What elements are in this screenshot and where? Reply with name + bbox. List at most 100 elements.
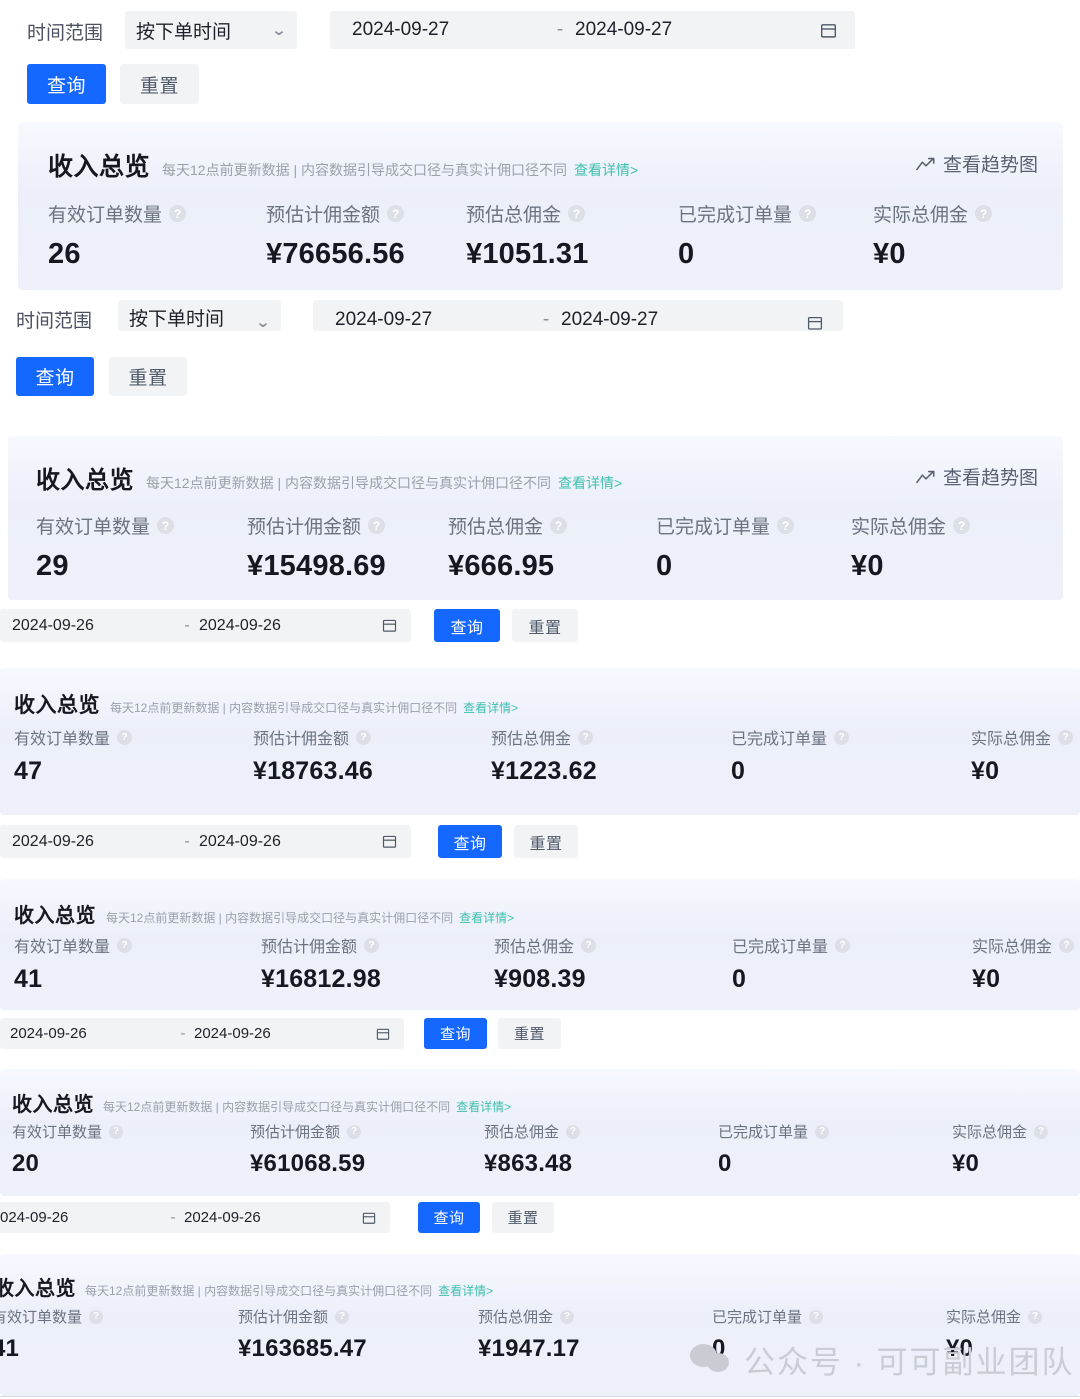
view-detail-link-3[interactable]: 查看详情> [463,699,518,716]
help-icon-2-3[interactable]: ? [777,517,795,534]
query-button-6[interactable]: 查询 [418,1202,480,1233]
metric-label-5-0: 有效订单数量 [12,1124,103,1141]
card-title-3: 收入总览 [14,694,100,717]
metric-label-2-4: 实际总佣金 [851,517,947,538]
view-detail-link-4[interactable]: 查看详情> [459,909,514,926]
query-button-4[interactable]: 查询 [438,825,502,858]
metric-label-6-4: 实际总佣金 [946,1309,1022,1326]
metric-label-1-0: 有效订单数量 [48,205,163,226]
trend-up-icon-1 [916,157,935,170]
reset-button-1[interactable]: 重置 [120,64,199,104]
help-icon-3-0[interactable]: ? [117,729,133,745]
help-icon-5-4[interactable]: ? [1034,1124,1049,1139]
help-icon-4-2[interactable]: ? [581,937,597,953]
reset-button-5[interactable]: 重置 [498,1018,561,1049]
date-range-input-4[interactable]: 2024-09-26 - 2024-09-26 [0,825,411,858]
metric-valid-orders-3: 有效订单数量 ? 47 [14,725,133,786]
query-button-1[interactable]: 查询 [27,64,106,104]
order-time-select-1[interactable]: 按下单时间 ⌄ [125,11,297,49]
help-icon-5-3[interactable]: ? [815,1124,830,1139]
help-icon-6-3[interactable]: ? [809,1309,824,1324]
help-icon-4-4[interactable]: ? [1059,937,1075,953]
view-detail-link-1[interactable]: 查看详情> [574,160,638,180]
help-icon-1-4[interactable]: ? [975,205,993,222]
date-range-input-5[interactable]: 2024-09-26 - 2024-09-26 [0,1018,404,1049]
view-detail-link-6[interactable]: 查看详情> [438,1282,493,1299]
metric-est-commission-amount-4: 预估计佣金额 ? ¥16812.98 [261,933,381,994]
calendar-icon-5[interactable] [376,1027,404,1041]
help-icon-4-3[interactable]: ? [835,937,851,953]
metric-value-1-0: 26 [48,238,81,270]
metric-value-1-3: 0 [678,238,695,270]
date-from-6[interactable]: 024-09-26 [0,1209,162,1226]
help-icon-4-1[interactable]: ? [364,937,380,953]
order-time-select-2[interactable]: 按下单时间 ⌄ [118,300,281,331]
reset-button-3[interactable]: 重置 [512,609,578,642]
date-from-3[interactable]: 2024-09-26 [0,617,175,635]
date-range-input-6[interactable]: 024-09-26 - 2024-09-26 [0,1202,390,1233]
card-title-2: 收入总览 [36,467,134,494]
calendar-icon-1[interactable] [820,22,855,39]
help-icon-3-1[interactable]: ? [356,729,372,745]
help-icon-6-0[interactable]: ? [89,1309,104,1324]
help-icon-2-0[interactable]: ? [157,517,175,534]
help-icon-3-3[interactable]: ? [834,729,850,745]
help-icon-5-2[interactable]: ? [566,1124,581,1139]
help-icon-1-2[interactable]: ? [568,205,586,222]
help-icon-1-3[interactable]: ? [799,205,817,222]
view-detail-link-5[interactable]: 查看详情> [456,1098,511,1115]
date-to-6[interactable]: 2024-09-26 [184,1209,261,1226]
metric-label-5-4: 实际总佣金 [952,1124,1028,1141]
date-from-1[interactable]: 2024-09-27 [330,19,545,41]
help-icon-4-0[interactable]: ? [117,937,133,953]
view-trend-chart-link-2[interactable]: 查看趋势图 [916,463,1038,490]
calendar-icon-3[interactable] [382,618,411,633]
query-button-3[interactable]: 查询 [434,609,500,642]
metric-est-commission-amount-5: 预估计佣金额 ? ¥61068.59 [250,1121,365,1178]
dashboard-panel-1: 时间范围 按下单时间 ⌄ 2024-09-27 - 2024-09-27 查询 … [0,0,1080,290]
help-icon-3-2[interactable]: ? [578,729,594,745]
date-from-5[interactable]: 2024-09-26 [0,1025,172,1042]
metric-label-4-1: 预估计佣金额 [261,939,358,956]
card-subtitle-2: 每天12点前更新数据 | 内容数据引导成交口径与真实计佣口径不同 [146,475,551,491]
view-trend-chart-link-1[interactable]: 查看趋势图 [916,150,1038,177]
reset-button-4[interactable]: 重置 [514,825,578,858]
help-icon-5-1[interactable]: ? [347,1124,362,1139]
date-from-4[interactable]: 2024-09-26 [0,833,175,851]
query-button-2[interactable]: 查询 [16,357,94,396]
date-range-input-2[interactable]: 2024-09-27 - 2024-09-27 [313,300,843,331]
help-icon-6-4[interactable]: ? [1028,1309,1043,1324]
card-subtitle-3: 每天12点前更新数据 | 内容数据引导成交口径与真实计佣口径不同 [110,701,458,715]
reset-button-6[interactable]: 重置 [492,1202,554,1233]
date-range-input-1[interactable]: 2024-09-27 - 2024-09-27 [330,11,855,49]
date-to-5[interactable]: 2024-09-26 [194,1025,271,1042]
metric-completed-orders-4: 已完成订单量 ? 0 [732,933,851,994]
query-button-5[interactable]: 查询 [424,1018,487,1049]
date-to-2[interactable]: 2024-09-27 [561,309,658,331]
card-title-1: 收入总览 [48,153,151,181]
metric-value-6-1: ¥163685.47 [238,1335,367,1362]
reset-button-2[interactable]: 重置 [109,357,187,396]
calendar-icon-2[interactable] [807,315,843,331]
help-icon-2-2[interactable]: ? [550,517,568,534]
help-icon-1-1[interactable]: ? [387,205,405,222]
help-icon-6-2[interactable]: ? [560,1309,575,1324]
date-from-2[interactable]: 2024-09-27 [313,309,531,331]
calendar-icon-4[interactable] [382,834,411,849]
metric-value-3-1: ¥18763.46 [253,757,373,785]
metric-value-5-3: 0 [718,1150,732,1177]
help-icon-5-0[interactable]: ? [109,1124,124,1139]
help-icon-3-4[interactable]: ? [1058,729,1074,745]
date-range-input-3[interactable]: 2024-09-26 - 2024-09-26 [0,609,411,642]
help-icon-2-1[interactable]: ? [368,517,386,534]
calendar-icon-6[interactable] [362,1211,390,1225]
date-to-1[interactable]: 2024-09-27 [575,19,672,41]
help-icon-2-4[interactable]: ? [953,517,971,534]
date-to-3[interactable]: 2024-09-26 [199,617,281,635]
date-to-4[interactable]: 2024-09-26 [199,833,281,851]
date-range-dash-5: - [180,1025,186,1042]
help-icon-6-1[interactable]: ? [335,1309,350,1324]
view-detail-link-2[interactable]: 查看详情> [558,473,622,493]
metrics-row-5: 有效订单数量 ? 20 预估计佣金额 ? ¥61068.59 预估总佣金 ? ¥… [0,1121,1080,1191]
help-icon-1-0[interactable]: ? [169,205,187,222]
